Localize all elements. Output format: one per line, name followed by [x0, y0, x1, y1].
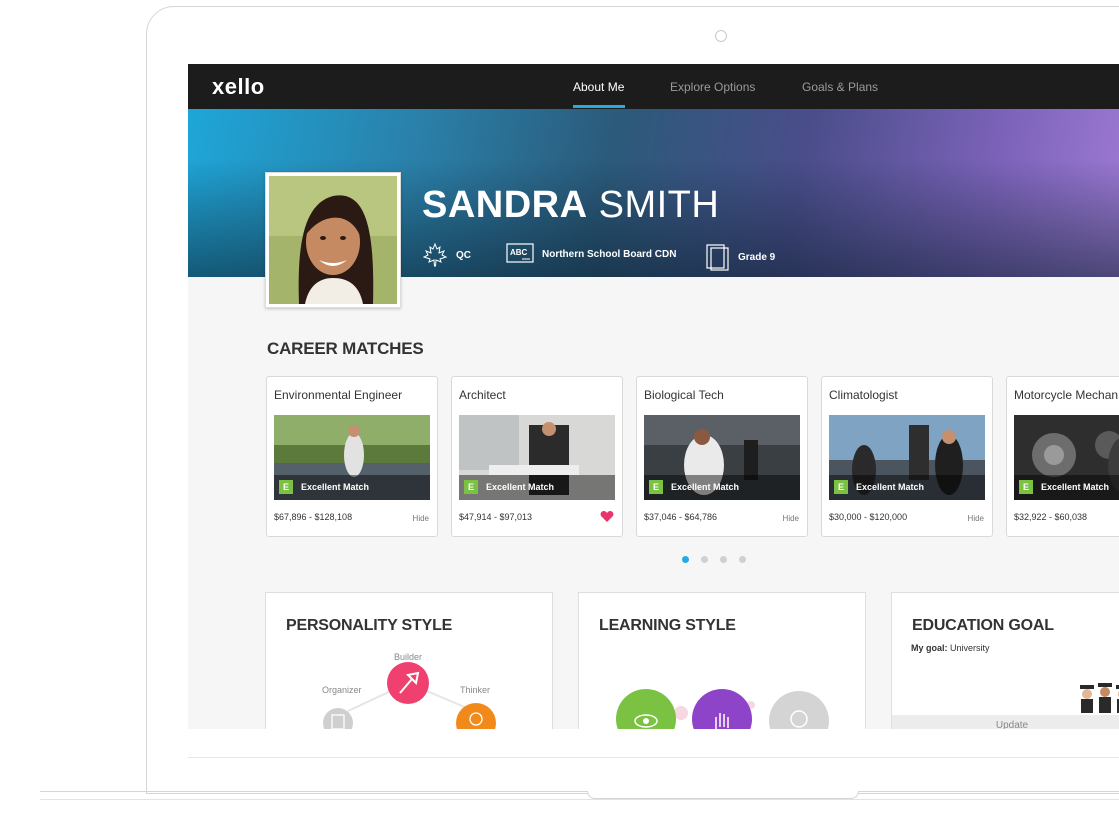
career-title: Biological Tech — [644, 388, 724, 402]
career-photo: E Excellent Match — [644, 415, 800, 500]
hide-button[interactable]: Hide — [968, 514, 984, 523]
nav-goals-plans[interactable]: Goals & Plans — [802, 80, 878, 94]
app-screen: xello About Me Explore Options Goals & P… — [188, 64, 1119, 729]
grade-info: Grade 9 — [704, 242, 775, 272]
carousel-dot-1[interactable] — [682, 556, 689, 563]
grade-label: Grade 9 — [738, 251, 776, 263]
education-goal-title: EDUCATION GOAL — [912, 617, 1054, 634]
match-badge: E Excellent Match — [464, 480, 554, 494]
match-label: Excellent Match — [856, 482, 925, 492]
career-photo: E Excellent Match — [274, 415, 430, 500]
heart-icon[interactable] — [600, 510, 614, 523]
match-label: Excellent Match — [671, 482, 740, 492]
match-grade: E — [834, 480, 848, 494]
chalkboard-icon: ABC — [506, 243, 534, 263]
career-photo: E Excellent Match — [1014, 415, 1119, 500]
auditory-node — [769, 691, 829, 729]
graduates-icon — [1080, 683, 1119, 713]
hide-button[interactable]: Hide — [783, 514, 799, 523]
carousel-dot-4[interactable] — [739, 556, 746, 563]
learning-style-panel[interactable]: LEARNING STYLE — [578, 592, 866, 729]
career-title: Motorcycle Mechan — [1014, 388, 1119, 402]
match-grade: E — [279, 480, 293, 494]
carousel-pagination — [682, 556, 758, 563]
match-badge: E Excellent Match — [649, 480, 739, 494]
maple-leaf-icon — [422, 242, 448, 267]
career-card-climatologist[interactable]: Climatologist E Excellent Match $30,000 … — [821, 376, 993, 537]
top-nav-bar: xello About Me Explore Options Goals & P… — [188, 64, 1119, 109]
xello-logo[interactable]: xello — [212, 74, 265, 100]
career-card-motorcycle-mechanic[interactable]: Motorcycle Mechan E Excellent Match $32,… — [1006, 376, 1119, 537]
match-grade: E — [1019, 480, 1033, 494]
profile-avatar — [269, 176, 397, 304]
match-label: Excellent Match — [486, 482, 555, 492]
laptop-notch — [587, 791, 859, 799]
career-photo: E Excellent Match — [459, 415, 615, 500]
career-title: Environmental Engineer — [274, 388, 403, 402]
books-icon — [706, 244, 729, 271]
learning-diagram — [616, 689, 829, 729]
school-board-label: Northern School Board CDN — [542, 248, 677, 260]
education-goal-text: My goal: University — [911, 643, 990, 653]
builder-label: Builder — [394, 652, 423, 662]
career-card-environmental-engineer[interactable]: Environmental Engineer E Excellent Match… — [266, 376, 438, 537]
update-button[interactable]: Update — [892, 715, 1119, 729]
profile-photo-card[interactable] — [265, 172, 401, 308]
match-grade: E — [649, 480, 663, 494]
student-first-name: SANDRA — [422, 184, 588, 226]
career-matches-title: CAREER MATCHES — [267, 339, 424, 358]
nav-explore-options[interactable]: Explore Options — [670, 80, 755, 94]
career-title: Climatologist — [829, 388, 898, 402]
laptop-base-shadow — [40, 799, 1119, 800]
kinesthetic-node — [692, 689, 752, 729]
match-label: Excellent Match — [1041, 482, 1110, 492]
salary-range: $67,896 - $128,108 — [274, 512, 353, 522]
career-card-architect[interactable]: Architect E Excellent Match $47,914 - $9… — [451, 376, 623, 537]
match-label: Excellent Match — [301, 482, 370, 492]
career-title: Architect — [459, 388, 506, 402]
match-grade: E — [464, 480, 478, 494]
education-goal-panel[interactable]: EDUCATION GOAL My goal: University Updat… — [891, 592, 1119, 729]
nav-about-me[interactable]: About Me — [573, 80, 624, 94]
thinker-label: Thinker — [460, 685, 491, 695]
match-badge: E Excellent Match — [279, 480, 369, 494]
hide-button[interactable]: Hide — [413, 514, 429, 523]
province-info: QC — [422, 242, 471, 268]
province-label: QC — [456, 249, 471, 261]
career-photo: E Excellent Match — [829, 415, 985, 500]
career-card-biological-tech[interactable]: Biological Tech E Excellent Match $37,04… — [636, 376, 808, 537]
active-nav-indicator — [573, 105, 625, 108]
chalkboard-text: ABC — [510, 248, 528, 257]
personality-style-panel[interactable]: PERSONALITY STYLE Builder Organizer Thin… — [265, 592, 553, 729]
carousel-dot-3[interactable] — [720, 556, 727, 563]
organizer-label: Organizer — [322, 685, 362, 695]
salary-range: $47,914 - $97,013 — [459, 512, 533, 522]
goal-label: My goal: — [911, 643, 948, 653]
laptop-chin — [188, 757, 1119, 758]
carousel-dot-2[interactable] — [701, 556, 708, 563]
match-badge: E Excellent Match — [834, 480, 924, 494]
student-name: SANDRA SMITH — [422, 184, 719, 227]
salary-range: $37,046 - $64,786 — [644, 512, 718, 522]
salary-range: $32,922 - $60,038 — [1014, 512, 1088, 522]
laptop-camera — [715, 30, 727, 42]
match-badge: E Excellent Match — [1019, 480, 1109, 494]
salary-range: $30,000 - $120,000 — [829, 512, 908, 522]
student-last-name: SMITH — [598, 184, 720, 226]
school-board-info: ABC Northern School Board CDN — [506, 242, 676, 266]
goal-value: University — [950, 643, 990, 653]
